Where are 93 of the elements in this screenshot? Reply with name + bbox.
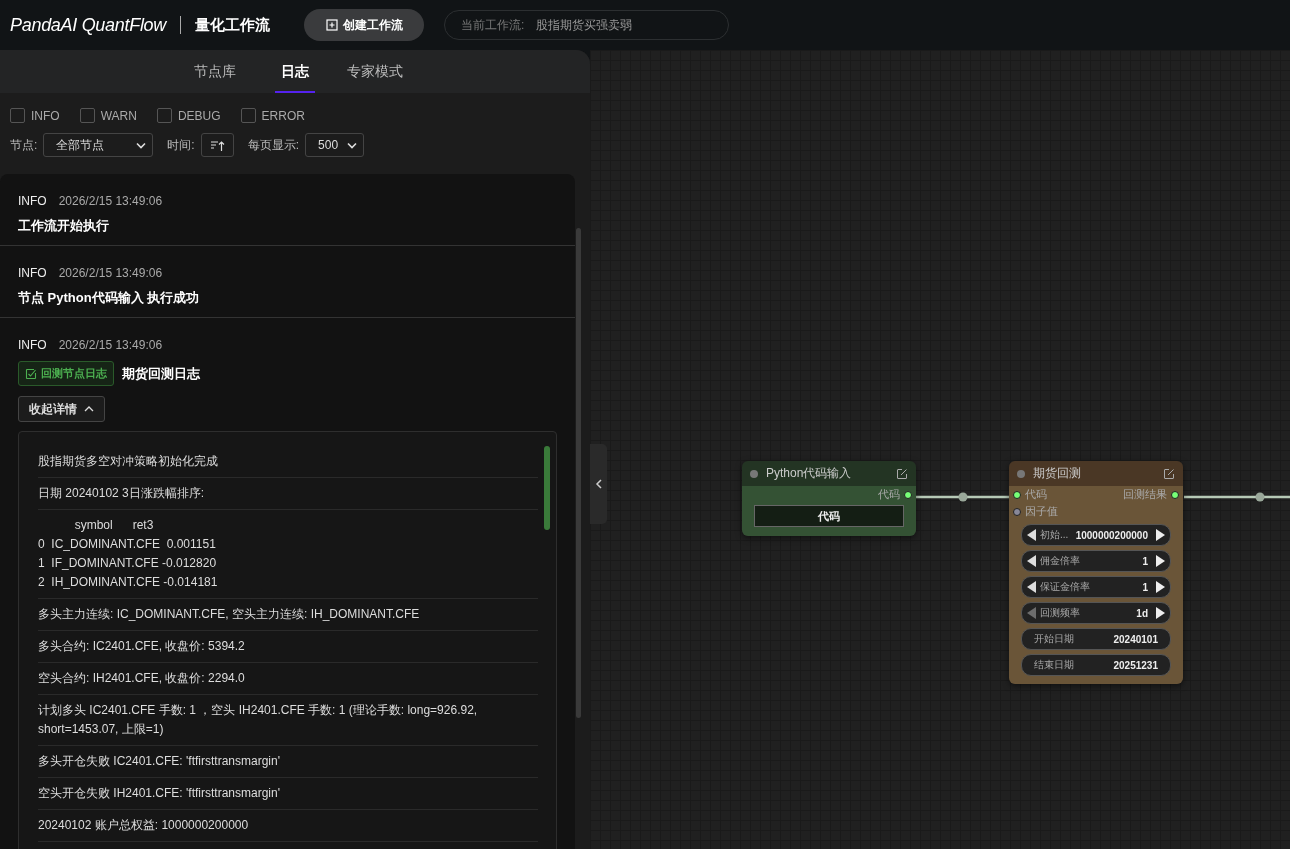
checkbox-label: ERROR (261, 108, 305, 123)
detail-line: symbol ret3 0 IC_DOMINANT.CFE 0.001151 1 IF_DOMINANT.CFE -0.012820 2 IH_DOMINANT.CFE -0.014181 (38, 510, 538, 599)
log-level: INFO (18, 338, 47, 352)
plus-square-icon (325, 19, 338, 31)
log-level: INFO (18, 194, 47, 208)
detail-line: 空头开仓失败 IH2401.CFE: 'ftfirsttransmargin' (38, 778, 538, 810)
chevron-down-icon (136, 141, 147, 149)
edit-icon (896, 467, 908, 480)
log-time: 2026/2/15 13:49:06 (58, 266, 163, 280)
code-button[interactable]: 代码 (754, 505, 904, 527)
number-widget[interactable]: 开始日期 20240101 (1021, 628, 1171, 650)
arrow-left-icon[interactable] (1026, 528, 1037, 542)
widget-label: 佣金倍率 (1040, 554, 1081, 568)
scrollbar[interactable] (544, 446, 550, 530)
detail-line: 多头主力连续: IC_DOMINANT.CFE, 空头主力连续: IH_DOMINANT.CFE (38, 599, 538, 631)
checked-box-icon (25, 367, 37, 380)
time-label: 时间: (167, 136, 195, 154)
status-dot (1017, 469, 1025, 478)
status-dot (750, 469, 758, 478)
tab[interactable]: 节点库 (175, 50, 255, 93)
detail-line: 多头合约: IC2401.CFE, 收盘价: 5394.2 (38, 631, 538, 663)
node-label: 节点: (10, 136, 38, 154)
number-widget[interactable]: 佣金倍率 1 (1021, 550, 1171, 572)
checkbox-label: WARN (100, 108, 137, 123)
port-label: 代码 (1025, 487, 1047, 502)
log-message: 节点 Python代码输入 执行成功 (18, 289, 200, 307)
port-dot[interactable] (1013, 490, 1021, 499)
tab[interactable]: 专家模式 (335, 50, 415, 93)
log-message: 工作流开始执行 (18, 217, 109, 235)
arrow-right-icon[interactable] (1155, 528, 1166, 542)
checkbox[interactable] (240, 108, 256, 123)
port-label: 因子值 (1025, 504, 1058, 519)
detail-line: 空头合约: IH2401.CFE, 收盘价: 2294.0 (38, 663, 538, 695)
chevron-left-icon (594, 479, 603, 489)
port-label: 代码 (878, 487, 900, 502)
arrow-right-icon[interactable] (1155, 580, 1166, 594)
checkbox[interactable] (156, 108, 172, 123)
checkbox[interactable] (10, 108, 25, 123)
widget-label: 初始... (1040, 528, 1070, 542)
number-widget[interactable]: 回测频率 1d (1021, 602, 1171, 624)
widget-label: 结束日期 (1034, 658, 1075, 672)
checkbox-label: DEBUG (177, 108, 221, 123)
app-logo: PandaAI QuantFlow (10, 14, 166, 36)
node-title: Python代码输入 (766, 465, 853, 482)
number-widget[interactable]: 保证金倍率 1 (1021, 576, 1171, 598)
detail-line: 多头开仓失败 IC2401.CFE: 'ftfirsttransmargin' (38, 746, 538, 778)
page-size-label: 每页显示: (247, 136, 300, 154)
field-label: 当前工作流: (461, 16, 525, 34)
workflow-name: 股指期货买强卖弱 (536, 16, 633, 34)
chevron-up-icon (84, 406, 94, 412)
widget-value: 20240101 (1113, 633, 1158, 645)
port-dot[interactable] (1013, 507, 1021, 516)
page-size-select[interactable]: 500 (305, 133, 365, 157)
port-dot[interactable] (1171, 490, 1179, 499)
log-time: 2026/2/15 13:49:06 (58, 194, 163, 208)
widget-value: 1 (1142, 581, 1148, 593)
widget-label: 保证金倍率 (1040, 580, 1091, 594)
detail-line: 计划多头 IC2401.CFE 手数: 1 ，空头 IH2401.CFE 手数: 1 (理论手数: long=926.92, short=1453.07, 上限=1) (38, 695, 538, 746)
edit-icon (1163, 467, 1175, 480)
port-label: 回测结果 (1123, 487, 1167, 502)
log-message: 期货回测日志 (122, 364, 200, 383)
log-level: INFO (18, 266, 47, 280)
number-widget[interactable]: 结束日期 20251231 (1021, 654, 1171, 676)
widget-value: 1 (1142, 555, 1148, 567)
arrow-left-icon[interactable] (1026, 554, 1037, 568)
number-widget[interactable]: 初始... 1000000200000 (1021, 524, 1171, 546)
sort-button[interactable] (200, 133, 234, 157)
tab[interactable]: 日志 (275, 50, 315, 93)
widget-label: 回测频率 (1040, 606, 1081, 620)
collapse-handle[interactable] (590, 444, 607, 524)
sort-ascending-icon (209, 138, 225, 152)
collapse-details-button[interactable]: 收起详情 (18, 396, 105, 422)
port-dot[interactable] (904, 490, 912, 499)
widget-value: 20251231 (1113, 659, 1158, 671)
create-workflow-button[interactable]: 创建工作流 (304, 9, 424, 41)
widget-value: 1d (1136, 607, 1148, 619)
detail-line: 日期 20240102 3日涨跌幅排序: (38, 478, 538, 510)
arrow-right-icon[interactable] (1155, 606, 1166, 620)
log-time: 2026/2/15 13:49:06 (58, 338, 163, 352)
node-select[interactable]: 全部节点 (43, 133, 154, 157)
app-title: 量化工作流 (195, 15, 270, 35)
checkbox[interactable] (79, 108, 95, 123)
widget-label: 开始日期 (1034, 632, 1075, 646)
arrow-left-icon[interactable] (1026, 580, 1037, 594)
arrow-right-icon[interactable] (1155, 554, 1166, 568)
widget-value: 1000000200000 (1075, 529, 1148, 541)
detail-line: 股指期货多空对冲策略初始化完成 (38, 446, 538, 478)
log-tag: 回测节点日志 (18, 361, 114, 386)
checkbox-label: INFO (31, 108, 60, 123)
scrollbar[interactable] (576, 228, 581, 718)
detail-line: 20240102 账户总权益: 1000000200000 (38, 810, 538, 842)
chevron-down-icon (347, 141, 358, 149)
node-title: 期货回测 (1033, 465, 1082, 482)
